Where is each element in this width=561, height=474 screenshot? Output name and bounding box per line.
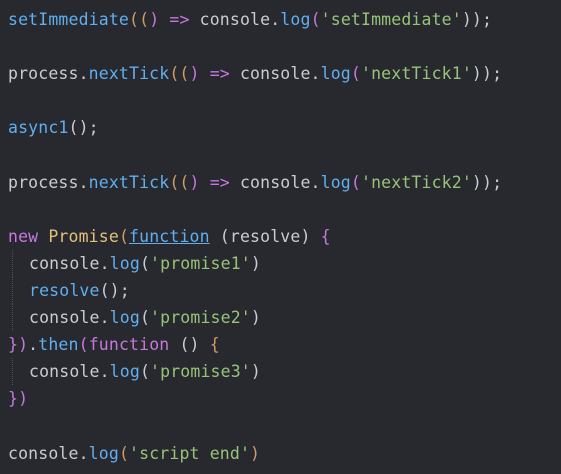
code-line[interactable] [8,87,561,114]
code-token: (); [99,280,130,300]
code-token: async1 [8,118,69,138]
code-token: console. [29,253,110,273]
code-token: log [109,308,140,328]
code-token: console. [29,362,110,382]
code-token: (); [68,118,99,138]
code-token: then [38,335,79,355]
code-token: ) [250,253,261,273]
code-token: (( [169,64,190,84]
code-token: { [320,226,331,246]
code-token: 'script end' [129,443,251,463]
code-line[interactable]: console.log('promise2') [8,304,561,332]
code-token: (( [169,172,190,192]
code-token: => [209,64,230,84]
code-token: 'nextTick2' [360,172,472,192]
code-token: 'promise3' [150,362,251,382]
code-token: ) [189,64,210,84]
code-token: 'promise1' [150,253,251,273]
indent-guide [8,276,29,305]
code-token: process. [8,172,89,192]
code-token: ) [250,308,261,328]
code-line[interactable]: resolve(); [8,276,561,305]
code-token: log [88,443,119,463]
code-token: console. [229,172,321,192]
indent-guide [8,249,29,278]
code-line[interactable]: console.log('promise1') [8,249,561,278]
code-token: ( [350,172,361,192]
code-token: ( [118,226,130,246]
code-token: ( [139,308,151,328]
code-token: ) [250,443,261,463]
code-token: log [320,64,351,84]
code-token: process. [8,64,89,84]
code-token: )); [461,10,493,29]
code-token: setImmediate [8,10,130,29]
code-token: (resolve) [209,226,321,246]
code-line[interactable] [8,33,561,60]
code-token: function [88,335,170,355]
code-token: ( [310,10,321,29]
code-token: 'nextTick1' [360,64,472,84]
code-token: => [209,172,230,192]
code-token: ( [350,64,361,84]
code-line[interactable] [8,412,561,439]
code-token: )); [471,64,503,84]
code-token: . [28,335,39,355]
code-token: resolve [29,280,100,300]
code-line[interactable]: }).then(function () { [8,331,561,358]
code-token: log [109,253,140,273]
code-token: ( [78,335,89,355]
code-token: { [209,335,220,355]
indent-guide [8,358,29,386]
code-token: console. [29,308,110,328]
code-token: }) [8,335,29,355]
code-token: 'promise2' [150,308,251,328]
code-token: console. [189,10,281,29]
code-token: nextTick [88,172,170,192]
code-line[interactable]: process.nextTick(() => console.log('next… [8,169,561,196]
code-line[interactable]: console.log('script end') [8,440,561,467]
code-editor[interactable]: setImmediate(() => console.log('setImmed… [0,0,561,474]
code-token: }) [8,389,29,409]
code-token: log [280,10,311,29]
code-token: ) [149,10,170,29]
code-line[interactable] [8,141,561,168]
code-token: Promise [48,226,119,246]
code-token: )); [471,172,503,192]
code-token: (( [129,10,150,29]
code-line[interactable]: async1(); [8,114,561,141]
code-line[interactable]: new Promise(function (resolve) { [8,223,561,250]
code-token: log [320,172,351,192]
code-token: => [169,10,190,29]
code-token: 'setImmediate' [320,10,462,29]
code-line[interactable]: setImmediate(() => console.log('setImmed… [8,6,561,33]
code-token: () [169,335,210,355]
code-token: console. [8,443,89,463]
code-line[interactable]: }) [8,385,561,412]
code-token: new [8,226,49,246]
code-line[interactable]: process.nextTick(() => console.log('next… [8,60,561,87]
indent-guide [8,304,29,332]
code-line[interactable]: console.log('promise3') [8,358,561,386]
code-token: ( [139,362,151,382]
code-token: ( [139,253,151,273]
code-token: ) [250,362,261,382]
code-token: console. [229,64,321,84]
code-token: ) [189,172,210,192]
code-token: log [109,362,140,382]
code-line[interactable] [8,196,561,223]
code-token: ( [118,443,130,463]
code-token: function [129,226,210,246]
code-token: nextTick [88,64,170,84]
